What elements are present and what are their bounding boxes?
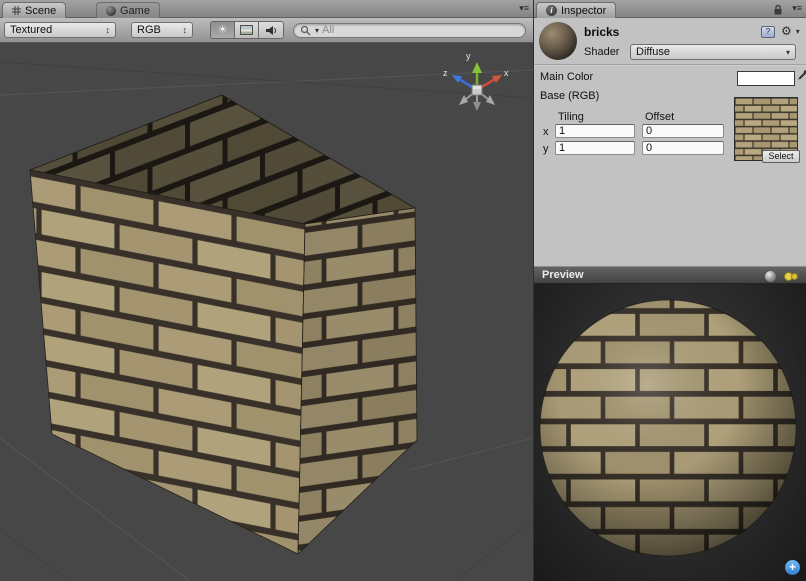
- material-preview-area[interactable]: +: [534, 284, 806, 581]
- offset-x-input[interactable]: [642, 124, 724, 138]
- scene-viewport[interactable]: y x z: [0, 43, 533, 581]
- image-icon: [240, 25, 253, 35]
- scene-pane: Scene Game ▾≡ Textured ↕ RGB ↕ ☀: [0, 0, 533, 581]
- info-icon: i: [546, 5, 557, 16]
- preview-header[interactable]: Preview: [534, 266, 806, 284]
- brick-cube-object[interactable]: [30, 95, 417, 554]
- sun-icon: ☀: [218, 25, 228, 36]
- preview-sphere: [534, 284, 806, 581]
- row-x-label: x: [543, 126, 549, 138]
- scene-grid-icon: [12, 6, 21, 15]
- gear-glyph: ⚙: [781, 24, 792, 38]
- inspector-tabbar: i Inspector ▾≡: [534, 0, 806, 18]
- tab-game-label: Game: [120, 5, 150, 17]
- base-rgb-label: Base (RGB): [540, 90, 599, 102]
- tab-game[interactable]: Game: [96, 2, 160, 18]
- game-icon: [106, 6, 116, 16]
- scene-toggle-group: ☀: [210, 21, 284, 39]
- tiling-x-input[interactable]: [555, 124, 635, 138]
- preview-title: Preview: [542, 269, 584, 281]
- preview-light-icon[interactable]: [784, 272, 798, 281]
- offset-y-input[interactable]: [642, 141, 724, 155]
- search-icon: [300, 25, 311, 36]
- eyedropper-icon[interactable]: [797, 69, 806, 81]
- chevron-down-icon: ▾: [786, 48, 790, 57]
- tab-inspector[interactable]: i Inspector: [536, 2, 616, 18]
- audio-toggle-button[interactable]: [259, 22, 283, 38]
- material-name: bricks: [584, 25, 619, 39]
- color-mode-value: RGB: [137, 24, 161, 36]
- preview-shape-icon[interactable]: [765, 271, 776, 282]
- inspector-panel: i Inspector ▾≡ bricks Shader Diffuse ▾ ?…: [533, 0, 806, 581]
- updown-arrows-icon: ↕: [183, 25, 188, 35]
- tab-scene[interactable]: Scene: [2, 2, 66, 18]
- chevron-down-icon: ▾: [315, 26, 319, 35]
- tiling-y-input[interactable]: [555, 141, 635, 155]
- axis-y-cone[interactable]: [472, 62, 482, 73]
- skybox-toggle-button[interactable]: [235, 22, 259, 38]
- tab-inspector-label: Inspector: [561, 5, 606, 17]
- main-color-swatch[interactable]: [737, 71, 795, 86]
- main-color-label: Main Color: [540, 71, 593, 83]
- scene-3d-view: y x z: [0, 43, 533, 581]
- gizmo-y-label: y: [466, 51, 471, 61]
- material-preview-ball: [539, 22, 577, 60]
- inspector-tab-menu-icon[interactable]: ▾≡: [792, 3, 802, 14]
- lighting-toggle-button[interactable]: ☀: [211, 22, 235, 38]
- scene-tabbar: Scene Game ▾≡: [0, 0, 533, 18]
- row-y-label: y: [543, 143, 549, 155]
- gear-icon[interactable]: ⚙ ▾: [781, 24, 800, 38]
- tiling-header: Tiling: [558, 111, 584, 123]
- shader-label: Shader: [584, 46, 619, 58]
- chevron-down-icon: ▾: [796, 27, 800, 36]
- gizmo-x-label: x: [504, 68, 509, 78]
- shader-dropdown[interactable]: Diffuse ▾: [630, 44, 796, 60]
- offset-header: Offset: [645, 111, 674, 123]
- unity-editor-window: Scene Game ▾≡ Textured ↕ RGB ↕ ☀: [0, 0, 806, 581]
- updown-arrows-icon: ↕: [106, 25, 111, 35]
- scene-search-field[interactable]: ▾ All: [293, 23, 526, 38]
- speaker-icon: [265, 25, 278, 36]
- shader-value: Diffuse: [636, 46, 670, 58]
- color-mode-dropdown[interactable]: RGB ↕: [131, 22, 193, 38]
- gizmo-z-label: z: [443, 68, 448, 78]
- draw-mode-value: Textured: [10, 24, 52, 36]
- scene-orientation-gizmo[interactable]: y x z: [443, 51, 509, 111]
- scene-tab-menu-icon[interactable]: ▾≡: [519, 3, 529, 14]
- tab-scene-label: Scene: [25, 5, 56, 17]
- texture-select-button[interactable]: Select: [762, 150, 800, 163]
- search-filter-label: All: [322, 24, 334, 36]
- section-divider: [534, 64, 806, 65]
- lock-icon[interactable]: [772, 3, 784, 16]
- plus-icon[interactable]: +: [785, 560, 800, 575]
- help-icon[interactable]: ?: [761, 26, 775, 38]
- draw-mode-dropdown[interactable]: Textured ↕: [4, 22, 116, 38]
- scene-toolbar: Textured ↕ RGB ↕ ☀: [0, 18, 533, 43]
